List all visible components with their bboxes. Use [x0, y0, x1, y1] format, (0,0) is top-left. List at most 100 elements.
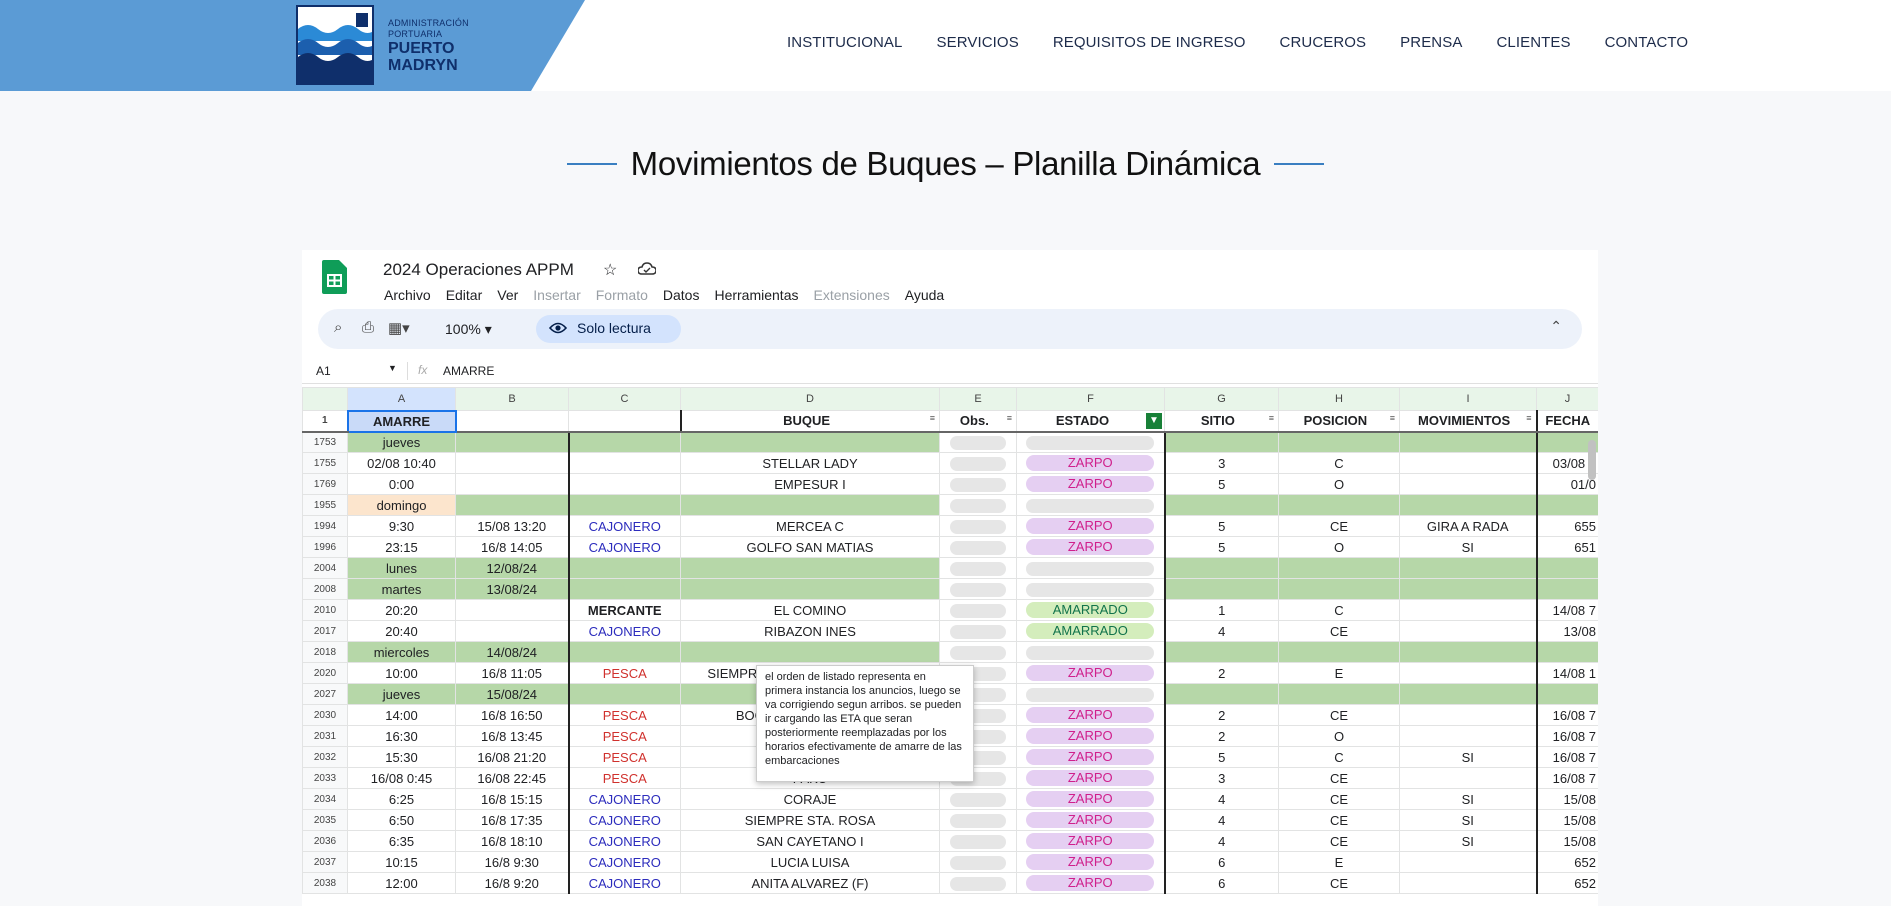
cell-movimientos[interactable]: [1399, 683, 1537, 705]
star-icon[interactable]: ☆: [603, 260, 617, 280]
cell-buque[interactable]: LUCIA LUISA: [680, 851, 940, 873]
cell-fecha[interactable]: [1535, 557, 1598, 579]
cell-obs[interactable]: [939, 494, 1017, 516]
cell-estado[interactable]: ZARPO: [1016, 767, 1165, 789]
cell-estado[interactable]: ZARPO: [1016, 830, 1165, 852]
obs-chip[interactable]: [950, 582, 1006, 597]
cell-amarre[interactable]: 20:20: [347, 599, 456, 621]
cell-fecha-b[interactable]: 16/8 18:10: [455, 830, 569, 852]
cell-amarre[interactable]: 16/08 0:45: [347, 767, 456, 789]
cell-sitio[interactable]: 4: [1163, 830, 1279, 852]
cell-estado[interactable]: [1016, 557, 1165, 579]
cell-tipo[interactable]: PESCA: [567, 725, 681, 747]
cell-amarre[interactable]: 14:00: [347, 704, 456, 726]
namebox-dropdown-icon[interactable]: ▼: [388, 363, 397, 373]
cell-amarre[interactable]: 15:30: [347, 746, 456, 768]
cell-fecha[interactable]: [1535, 578, 1598, 600]
cell-posicion[interactable]: O: [1278, 725, 1400, 747]
cell-posicion[interactable]: E: [1278, 851, 1400, 873]
obs-chip[interactable]: [950, 477, 1006, 492]
row-number[interactable]: 1955: [302, 494, 348, 516]
cell-movimientos[interactable]: SI: [1399, 746, 1537, 768]
cell-estado[interactable]: ZARPO: [1016, 473, 1165, 495]
cell-tipo[interactable]: [567, 641, 681, 663]
cell-sitio[interactable]: 5: [1163, 746, 1279, 768]
cell-fecha[interactable]: 652: [1535, 851, 1598, 873]
cell-fecha-b[interactable]: 16/8 15:15: [455, 788, 569, 810]
cell-movimientos[interactable]: SI: [1399, 788, 1537, 810]
estado-chip[interactable]: ZARPO: [1026, 539, 1155, 555]
cell-movimientos[interactable]: [1399, 452, 1537, 474]
cell-buque[interactable]: STELLAR LADY: [680, 452, 940, 474]
nav-institucional[interactable]: INSTITUCIONAL: [787, 34, 902, 51]
cell-sitio[interactable]: 3: [1163, 452, 1279, 474]
cell-movimientos[interactable]: [1399, 704, 1537, 726]
filter-icon[interactable]: ≡: [1526, 413, 1531, 423]
nav-prensa[interactable]: PRENSA: [1400, 34, 1462, 51]
estado-chip[interactable]: ZARPO: [1026, 728, 1155, 744]
cell-fecha-b[interactable]: [455, 599, 569, 621]
header-cell-j[interactable]: FECHA: [1535, 410, 1598, 433]
row-number[interactable]: 1755: [302, 452, 348, 474]
cell-movimientos[interactable]: [1399, 599, 1537, 621]
row-number[interactable]: 2038: [302, 872, 348, 894]
cell-obs[interactable]: [939, 620, 1017, 642]
cell-movimientos[interactable]: [1399, 851, 1537, 873]
menu-datos[interactable]: Datos: [663, 287, 700, 303]
column-header-i[interactable]: I: [1399, 387, 1537, 411]
estado-chip[interactable]: ZARPO: [1026, 476, 1155, 492]
corner-cell[interactable]: [302, 387, 348, 411]
calculator-icon[interactable]: ▦▾: [388, 319, 410, 337]
estado-chip[interactable]: ZARPO: [1026, 875, 1155, 891]
cell-fecha[interactable]: 13/08: [1535, 620, 1598, 642]
cell-fecha-b[interactable]: 16/8 17:35: [455, 809, 569, 831]
cell-sitio[interactable]: 3: [1163, 767, 1279, 789]
logo-icon[interactable]: [296, 5, 374, 85]
cell-movimientos[interactable]: [1399, 725, 1537, 747]
cell-posicion[interactable]: O: [1278, 473, 1400, 495]
row-number[interactable]: 1996: [302, 536, 348, 558]
obs-chip[interactable]: [950, 645, 1006, 660]
cell-tipo[interactable]: CAJONERO: [567, 830, 681, 852]
header-cell-f[interactable]: ESTADO ▼: [1016, 410, 1165, 433]
cell-fecha-b[interactable]: 16/8 16:50: [455, 704, 569, 726]
cell-fecha[interactable]: 14/08 1: [1535, 662, 1598, 684]
cell-amarre[interactable]: 02/08 10:40: [347, 452, 456, 474]
cell-sitio[interactable]: 5: [1163, 536, 1279, 558]
row-number[interactable]: 2004: [302, 557, 348, 579]
obs-chip[interactable]: [950, 456, 1006, 471]
cell-obs[interactable]: [939, 578, 1017, 600]
cell-posicion[interactable]: CE: [1278, 788, 1400, 810]
row-number[interactable]: 2020: [302, 662, 348, 684]
cell-tipo[interactable]: [567, 452, 681, 474]
cell-movimientos[interactable]: [1399, 662, 1537, 684]
column-header-c[interactable]: C: [568, 387, 681, 411]
cell-sitio[interactable]: [1163, 431, 1279, 453]
cell-amarre[interactable]: martes: [347, 578, 456, 600]
cell-fecha-b[interactable]: 15/08 13:20: [455, 515, 569, 537]
cell-buque[interactable]: [680, 641, 940, 663]
row-number[interactable]: 2008: [302, 578, 348, 600]
cell-movimientos[interactable]: [1399, 620, 1537, 642]
cell-sitio[interactable]: [1163, 557, 1279, 579]
cell-posicion[interactable]: [1278, 641, 1400, 663]
cell-movimientos[interactable]: [1399, 494, 1537, 516]
cloud-status-icon[interactable]: [637, 262, 657, 281]
cell-buque[interactable]: SIEMPRE STA. ROSA: [680, 809, 940, 831]
row-number[interactable]: 2017: [302, 620, 348, 642]
cell-obs[interactable]: [939, 851, 1017, 873]
cell-fecha[interactable]: 14/08 7: [1535, 599, 1598, 621]
cell-amarre[interactable]: jueves: [347, 683, 456, 705]
menu-editar[interactable]: Editar: [446, 287, 483, 303]
cell-obs[interactable]: [939, 431, 1017, 453]
filter-icon[interactable]: ≡: [1007, 413, 1012, 423]
column-header-h[interactable]: H: [1278, 387, 1400, 411]
cell-posicion[interactable]: CE: [1278, 704, 1400, 726]
cell-fecha-b[interactable]: [455, 452, 569, 474]
row-number[interactable]: 2030: [302, 704, 348, 726]
estado-chip[interactable]: AMARRADO: [1026, 623, 1155, 639]
cell-sitio[interactable]: 1: [1163, 599, 1279, 621]
cell-buque[interactable]: [680, 431, 940, 453]
cell-amarre[interactable]: 6:35: [347, 830, 456, 852]
estado-chip[interactable]: ZARPO: [1026, 749, 1155, 765]
